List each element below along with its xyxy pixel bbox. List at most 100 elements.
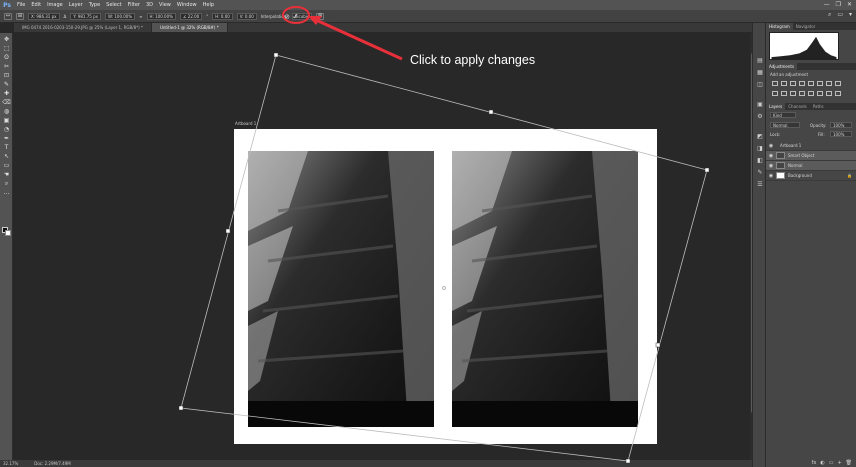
x-field[interactable]: X: 986.31 px <box>28 12 60 20</box>
width-field[interactable]: W: 100.00% <box>105 12 136 20</box>
curves-icon[interactable] <box>790 81 796 86</box>
properties-panel-icon[interactable]: ▣ <box>756 101 764 108</box>
actions-panel-icon[interactable]: ⚙ <box>756 113 764 120</box>
tab-channels[interactable]: Channels <box>785 103 810 110</box>
close-icon[interactable]: ✕ <box>847 1 852 8</box>
angle-field[interactable]: ∠ 22.00 <box>179 12 203 20</box>
menu-3d[interactable]: 3D <box>143 2 156 8</box>
dodge-tool-icon[interactable]: ◔ <box>3 126 10 133</box>
visibility-eye-icon[interactable]: ◉ <box>766 143 776 149</box>
tab-adjustments[interactable]: Adjustments <box>766 63 798 70</box>
layer-row-smart-object[interactable]: ◉ Smart Object <box>766 151 856 161</box>
cancel-transform-button[interactable]: ⊘ <box>283 12 291 21</box>
layer-row-normal[interactable]: ◉ Normal <box>766 161 856 171</box>
fill-field[interactable]: 100% <box>830 131 852 137</box>
menu-window[interactable]: Window <box>174 2 200 8</box>
group-icon[interactable]: ▭ <box>829 460 834 466</box>
marquee-tool-icon[interactable]: ⬚ <box>3 45 10 52</box>
menu-type[interactable]: Type <box>86 2 103 8</box>
eyedropper-tool-icon[interactable]: ✎ <box>3 81 10 88</box>
layer-filter-select[interactable]: Kind <box>770 112 796 118</box>
blend-mode-select[interactable]: Normal <box>770 122 800 128</box>
crop-tool-icon[interactable]: ✂ <box>3 63 10 70</box>
posterize-icon[interactable] <box>808 91 814 96</box>
black-white-icon[interactable] <box>835 81 841 86</box>
type-tool-icon[interactable]: T <box>3 144 10 151</box>
canvas-area[interactable]: Artboard 1 <box>14 33 751 460</box>
hue-icon[interactable] <box>817 81 823 86</box>
reference-point-icon[interactable]: ⊞ <box>16 12 24 20</box>
tab-img-document[interactable]: IMG 0474 2016-0203-150-29.JPG @ 25% (Lay… <box>14 23 152 32</box>
menu-file[interactable]: File <box>14 2 28 8</box>
chevron-down-icon[interactable]: ▾ <box>849 11 852 19</box>
tab-untitled-document[interactable]: Untitled-1 @ 32% (RGB/8#) * <box>151 23 228 32</box>
pen-tool-icon[interactable]: ✒ <box>3 135 10 142</box>
styles-panel-icon[interactable]: ◧ <box>756 157 764 164</box>
menu-edit[interactable]: Edit <box>28 2 44 8</box>
transform-tool-icon[interactable]: ↔ <box>4 12 12 20</box>
frame-tool-icon[interactable]: ⊡ <box>3 72 10 79</box>
color-balance-icon[interactable] <box>826 81 832 86</box>
menu-view[interactable]: View <box>156 2 174 8</box>
color-lookup-icon[interactable] <box>790 91 796 96</box>
restore-icon[interactable]: ❐ <box>836 1 841 8</box>
eraser-tool-icon[interactable]: ⌫ <box>2 99 10 106</box>
more-tools-icon[interactable]: … <box>3 189 10 196</box>
tab-histogram[interactable]: Histogram <box>766 23 793 30</box>
menu-image[interactable]: Image <box>44 2 66 8</box>
workspace-icon[interactable]: ▭ <box>837 11 843 19</box>
brightness-icon[interactable] <box>772 81 778 86</box>
swatches-panel-icon[interactable]: ▦ <box>756 69 764 76</box>
shape-tool-icon[interactable]: ▭ <box>3 162 10 169</box>
tab-paths[interactable]: Paths <box>810 103 827 110</box>
opacity-field[interactable]: 100% <box>830 122 852 128</box>
hand-tool-icon[interactable]: ☚ <box>3 171 10 178</box>
layer-row-background[interactable]: ◉ Background 🔒 <box>766 171 856 181</box>
stairs-photo-right[interactable] <box>452 151 638 427</box>
gradient-tool-icon[interactable]: ▣ <box>3 117 10 124</box>
paragraph-panel-icon[interactable]: ◨ <box>756 145 764 152</box>
menu-select[interactable]: Select <box>103 2 124 8</box>
zoom-level[interactable]: 32.17% <box>3 461 18 466</box>
threshold-icon[interactable] <box>817 91 823 96</box>
v-skew-field[interactable]: V: 0.00 <box>236 12 257 20</box>
vibrance-icon[interactable] <box>808 81 814 86</box>
visibility-eye-icon[interactable]: ◉ <box>766 163 776 169</box>
adjustment-layer-icon[interactable]: ◐ <box>820 460 824 466</box>
artboard-label[interactable]: Artboard 1 <box>235 121 256 126</box>
healing-tool-icon[interactable]: ✚ <box>3 90 10 97</box>
zoom-tool-icon[interactable]: ⌕ <box>3 180 10 187</box>
selective-color-icon[interactable] <box>835 91 841 96</box>
channel-mixer-icon[interactable] <box>781 91 787 96</box>
y-field[interactable]: Y: 981.75 px <box>70 12 102 20</box>
menu-layer[interactable]: Layer <box>66 2 86 8</box>
tab-layers[interactable]: Layers <box>766 103 786 110</box>
visibility-eye-icon[interactable]: ◉ <box>766 173 776 179</box>
levels-icon[interactable] <box>781 81 787 86</box>
artboard[interactable] <box>234 129 657 444</box>
h-skew-field[interactable]: H: 0.00 <box>212 12 233 20</box>
warp-mode-icon[interactable]: ⊠ <box>316 12 325 20</box>
tab-navigator[interactable]: Navigator <box>793 23 819 30</box>
gradient-map-icon[interactable] <box>826 91 832 96</box>
lasso-tool-icon[interactable]: ʘ <box>3 54 10 61</box>
commit-transform-button[interactable]: ✓ <box>291 12 300 21</box>
height-field[interactable]: H: 100.00% <box>146 12 176 20</box>
history-panel-icon[interactable]: ▤ <box>756 57 764 64</box>
menu-help[interactable]: Help <box>200 2 217 8</box>
delta-icon[interactable]: Δ <box>64 14 67 19</box>
new-layer-icon[interactable]: + <box>837 460 841 466</box>
exposure-icon[interactable] <box>799 81 805 86</box>
search-icon[interactable]: ⌕ <box>828 11 831 19</box>
move-tool-icon[interactable]: ✥ <box>3 36 10 43</box>
link-icon[interactable]: ∞ <box>139 14 142 19</box>
clone-stamp-tool-icon[interactable]: ◍ <box>3 108 10 115</box>
visibility-eye-icon[interactable]: ◉ <box>766 153 776 159</box>
minimize-icon[interactable]: — <box>824 1 830 8</box>
photo-filter-icon[interactable] <box>772 91 778 96</box>
layer-row-artboard[interactable]: ◉ Artboard 1 <box>766 141 856 151</box>
layer-comps-panel-icon[interactable]: ☰ <box>756 181 764 188</box>
stairs-photo-left[interactable] <box>248 151 434 427</box>
libraries-panel-icon[interactable]: ◫ <box>756 81 764 88</box>
menu-filter[interactable]: Filter <box>125 2 143 8</box>
